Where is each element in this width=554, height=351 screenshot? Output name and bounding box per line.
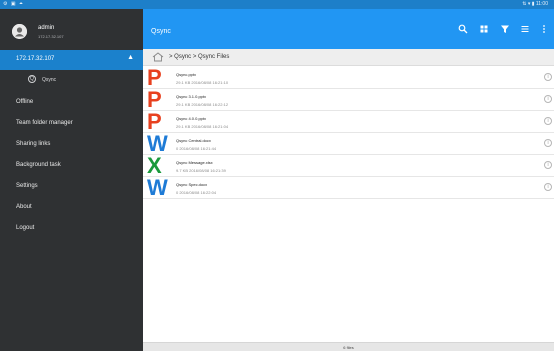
breadcrumb-path[interactable]: > Qsync > Qsync Files [169, 54, 229, 60]
powerpoint-file-icon: P [147, 87, 162, 112]
file-meta: 0 2016/08/08 16:21:44 [176, 146, 217, 151]
list-item[interactable]: P Qsync.pptx 29.1 KB 2016/08/08 16:21:10… [143, 67, 554, 89]
file-meta: 29.1 KB 2016/08/08 16:21:10 [176, 80, 229, 85]
server-item[interactable]: 172.17.32.107 ▲ [0, 50, 143, 70]
app-toolbar: Qsync [143, 9, 554, 49]
sidebar-item-sharing-links[interactable]: Sharing links [0, 135, 143, 155]
info-icon[interactable]: i [544, 117, 552, 125]
sidebar-item-background-task[interactable]: Background task [0, 156, 143, 176]
breadcrumb: > Qsync > Qsync Files [143, 49, 554, 66]
file-meta: 29.1 KB 2016/08/08 16:21:04 [176, 124, 229, 129]
account-username: admin [38, 25, 55, 31]
sidebar-item-label: Logout [16, 225, 35, 231]
word-file-icon: W [147, 175, 168, 200]
info-icon[interactable]: i [544, 161, 552, 169]
account-ip: 172.17.32.107 [38, 34, 64, 39]
excel-file-icon: X [147, 153, 162, 178]
person-icon [12, 24, 27, 39]
status-icons-left: ⚙ ▣ ⏶ [3, 1, 24, 7]
sidebar-item-team-folder-manager[interactable]: Team folder manager [0, 114, 143, 134]
file-name: Qsync 4.0.0.pptx [176, 116, 207, 121]
sidebar-item-label: Background task [16, 162, 61, 168]
sidebar-item-label: About [16, 204, 32, 210]
file-name: Qsync.pptx [176, 72, 197, 77]
more-icon[interactable] [539, 24, 549, 34]
file-meta: 29.1 KB 2016/08/08 16:22:12 [176, 102, 229, 107]
sidebar-item-label: Qsync [42, 77, 57, 83]
info-icon[interactable]: i [544, 73, 552, 81]
info-icon[interactable]: i [544, 139, 552, 147]
status-bar: ⚙ ▣ ⏶ ⇅ ▾ ▮ 11:00 [0, 0, 554, 9]
list-item[interactable]: P Qsync 3.1.0.pptx 29.1 KB 2016/08/08 16… [143, 89, 554, 111]
sidebar-item-about[interactable]: About [0, 198, 143, 218]
sidebar-item-settings[interactable]: Settings [0, 177, 143, 197]
filter-icon[interactable] [500, 24, 510, 34]
navigation-drawer: admin 172.17.32.107 172.17.32.107 ▲ Q Qs… [0, 9, 143, 351]
search-icon[interactable] [458, 24, 468, 34]
home-icon[interactable] [152, 52, 164, 62]
server-label: 172.17.32.107 [16, 56, 55, 62]
file-name: Qsync Central.docx [176, 138, 211, 143]
sidebar-item-label: Settings [16, 183, 38, 189]
file-name: Qsync Spec.docx [176, 182, 208, 187]
qsync-icon: Q [28, 75, 36, 83]
toolbar-title: Qsync [151, 28, 171, 35]
powerpoint-file-icon: P [147, 65, 162, 90]
status-icons-right: ⇅ ▾ ▮ 11:00 [522, 1, 548, 7]
account-header[interactable]: admin 172.17.32.107 [0, 9, 143, 49]
list-item[interactable]: X Qsync Message.xlsx 9.7 KB 2016/08/08 1… [143, 155, 554, 177]
powerpoint-file-icon: P [147, 109, 162, 134]
list-item[interactable]: W Qsync Central.docx 0 2016/08/08 16:21:… [143, 133, 554, 155]
sidebar-item-label: Offline [16, 99, 34, 105]
sidebar-item-label: Sharing links [16, 141, 51, 147]
sidebar-item-qsync[interactable]: Q Qsync [0, 72, 143, 89]
sidebar-item-logout[interactable]: Logout [0, 219, 143, 239]
sidebar-item-offline[interactable]: Offline [0, 93, 143, 113]
grid-icon[interactable] [479, 24, 489, 34]
file-list: P Qsync.pptx 29.1 KB 2016/08/08 16:21:10… [143, 67, 554, 199]
select-icon[interactable] [520, 24, 530, 34]
word-file-icon: W [147, 131, 168, 156]
file-name: Qsync 3.1.0.pptx [176, 94, 207, 99]
file-count-footer: 6 files [143, 342, 554, 351]
list-item[interactable]: W Qsync Spec.docx 0 2016/08/08 16:22:04 … [143, 177, 554, 199]
info-icon[interactable]: i [544, 183, 552, 191]
file-meta: 0 2016/08/08 16:22:04 [176, 190, 217, 195]
info-icon[interactable]: i [544, 95, 552, 103]
sidebar-item-label: Team folder manager [16, 120, 73, 126]
list-item[interactable]: P Qsync 4.0.0.pptx 29.1 KB 2016/08/08 16… [143, 111, 554, 133]
collapse-caret-icon[interactable]: ▲ [127, 54, 134, 61]
file-name: Qsync Message.xlsx [176, 160, 213, 165]
file-meta: 9.7 KB 2016/08/08 16:21:39 [176, 168, 226, 173]
